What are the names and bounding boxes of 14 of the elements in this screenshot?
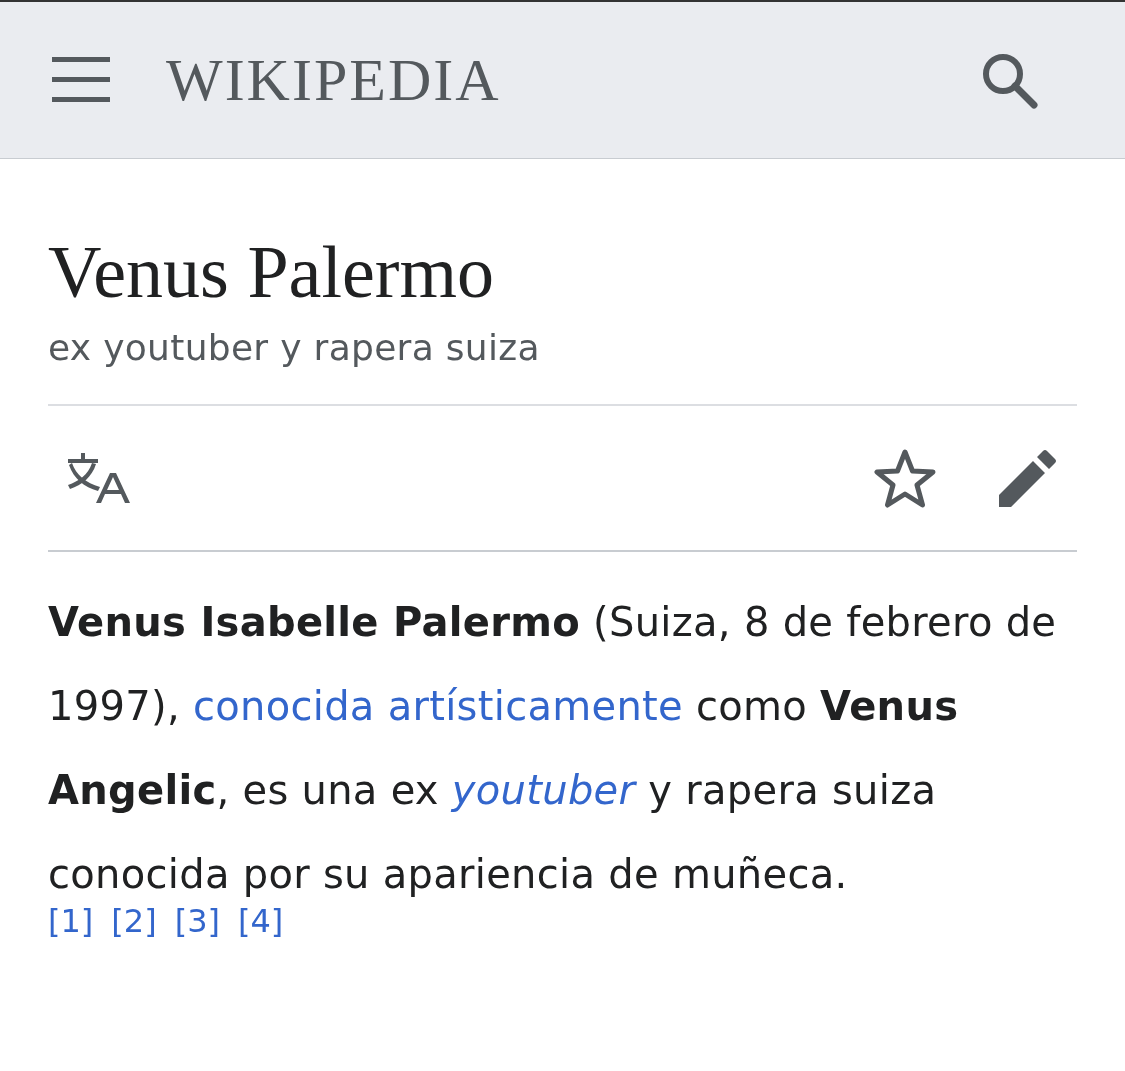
reference-link[interactable]: [3] <box>174 902 220 940</box>
wikipedia-logo[interactable]: WIKIPEDIA <box>166 45 501 115</box>
reference-link[interactable]: [2] <box>111 902 157 940</box>
article-link[interactable]: conocida artísticamente <box>192 683 683 729</box>
star-icon[interactable] <box>873 448 937 508</box>
reference-link[interactable]: [1] <box>48 902 94 940</box>
article-description: ex youtuber y rapera suiza <box>48 327 1077 406</box>
article-title: Venus Palermo <box>48 235 495 309</box>
menu-icon[interactable] <box>52 57 110 103</box>
edit-icon[interactable] <box>999 449 1057 507</box>
article-link[interactable]: youtuber <box>451 767 636 813</box>
article-paragraph: Venus Isabelle Palermo (Suiza, 8 de febrero de 1997), conocida artísticamente como Venus Angelic, es una ex youtuber y rapera suiza conocida por su apariencia de muñeca. <box>48 598 1058 899</box>
reference-link[interactable]: [4] <box>238 902 284 940</box>
language-icon[interactable] <box>66 453 132 503</box>
